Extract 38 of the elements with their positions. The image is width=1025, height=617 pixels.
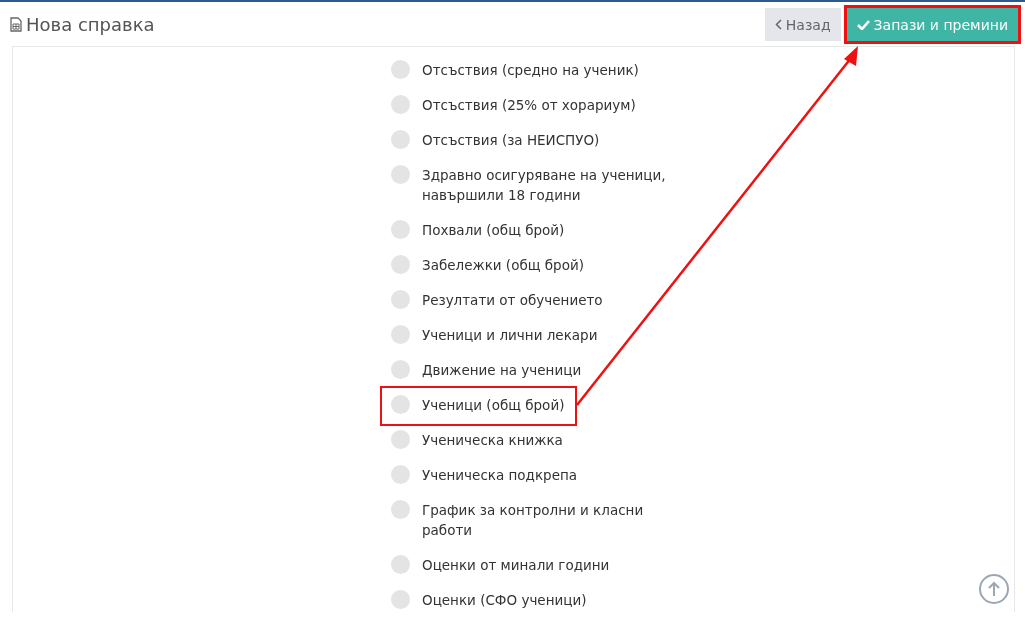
radio-button[interactable] (391, 395, 410, 414)
option-label: Ученици и лични лекари (422, 326, 599, 345)
option-label: График за контролни и класни работи (422, 501, 645, 540)
scroll-to-top-button[interactable] (979, 574, 1009, 604)
radio-button[interactable] (391, 220, 410, 239)
radio-button[interactable] (391, 430, 410, 449)
radio-button[interactable] (391, 555, 410, 574)
page-title: Нова справка (26, 14, 155, 35)
radio-button[interactable] (391, 325, 410, 344)
chevron-left-icon (774, 19, 782, 30)
save-button[interactable]: Запази и премини (846, 8, 1018, 41)
radio-button[interactable] (391, 60, 410, 79)
radio-button[interactable] (391, 165, 410, 184)
radio-button[interactable] (391, 255, 410, 274)
option-label: Здравно осигуряване на ученици, навършили 18 години (422, 166, 667, 205)
option-label: Похвали (общ брой) (422, 221, 566, 240)
radio-button[interactable] (391, 465, 410, 484)
check-icon (856, 19, 870, 30)
option-label: Ученическа книжка (422, 431, 564, 450)
option-label: Ученици (общ брой) (422, 396, 566, 415)
option-label: Забележки (общ брой) (422, 256, 585, 275)
option-label: Отсъствия (за НЕИСПУО) (422, 131, 601, 150)
spreadsheet-file-icon (10, 17, 22, 32)
radio-button[interactable] (391, 290, 410, 309)
option-label: Отсъствия (25% от хорариум) (422, 96, 637, 115)
radio-button[interactable] (391, 130, 410, 149)
option-label: Оценки (СФО ученици) (422, 591, 588, 610)
option-label: Отсъствия (средно на ученик) (422, 61, 640, 80)
option-label: Резултати от обучението (422, 291, 604, 310)
arrow-up-icon (988, 581, 1000, 597)
radio-button[interactable] (391, 590, 410, 609)
back-button[interactable]: Назад (764, 8, 841, 41)
radio-button[interactable] (391, 500, 410, 519)
option-label: Ученическа подкрепа (422, 466, 579, 485)
option-label: Оценки от минали години (422, 556, 611, 575)
option-label: Движение на ученици (422, 361, 583, 380)
radio-button[interactable] (391, 95, 410, 114)
radio-button[interactable] (391, 360, 410, 379)
